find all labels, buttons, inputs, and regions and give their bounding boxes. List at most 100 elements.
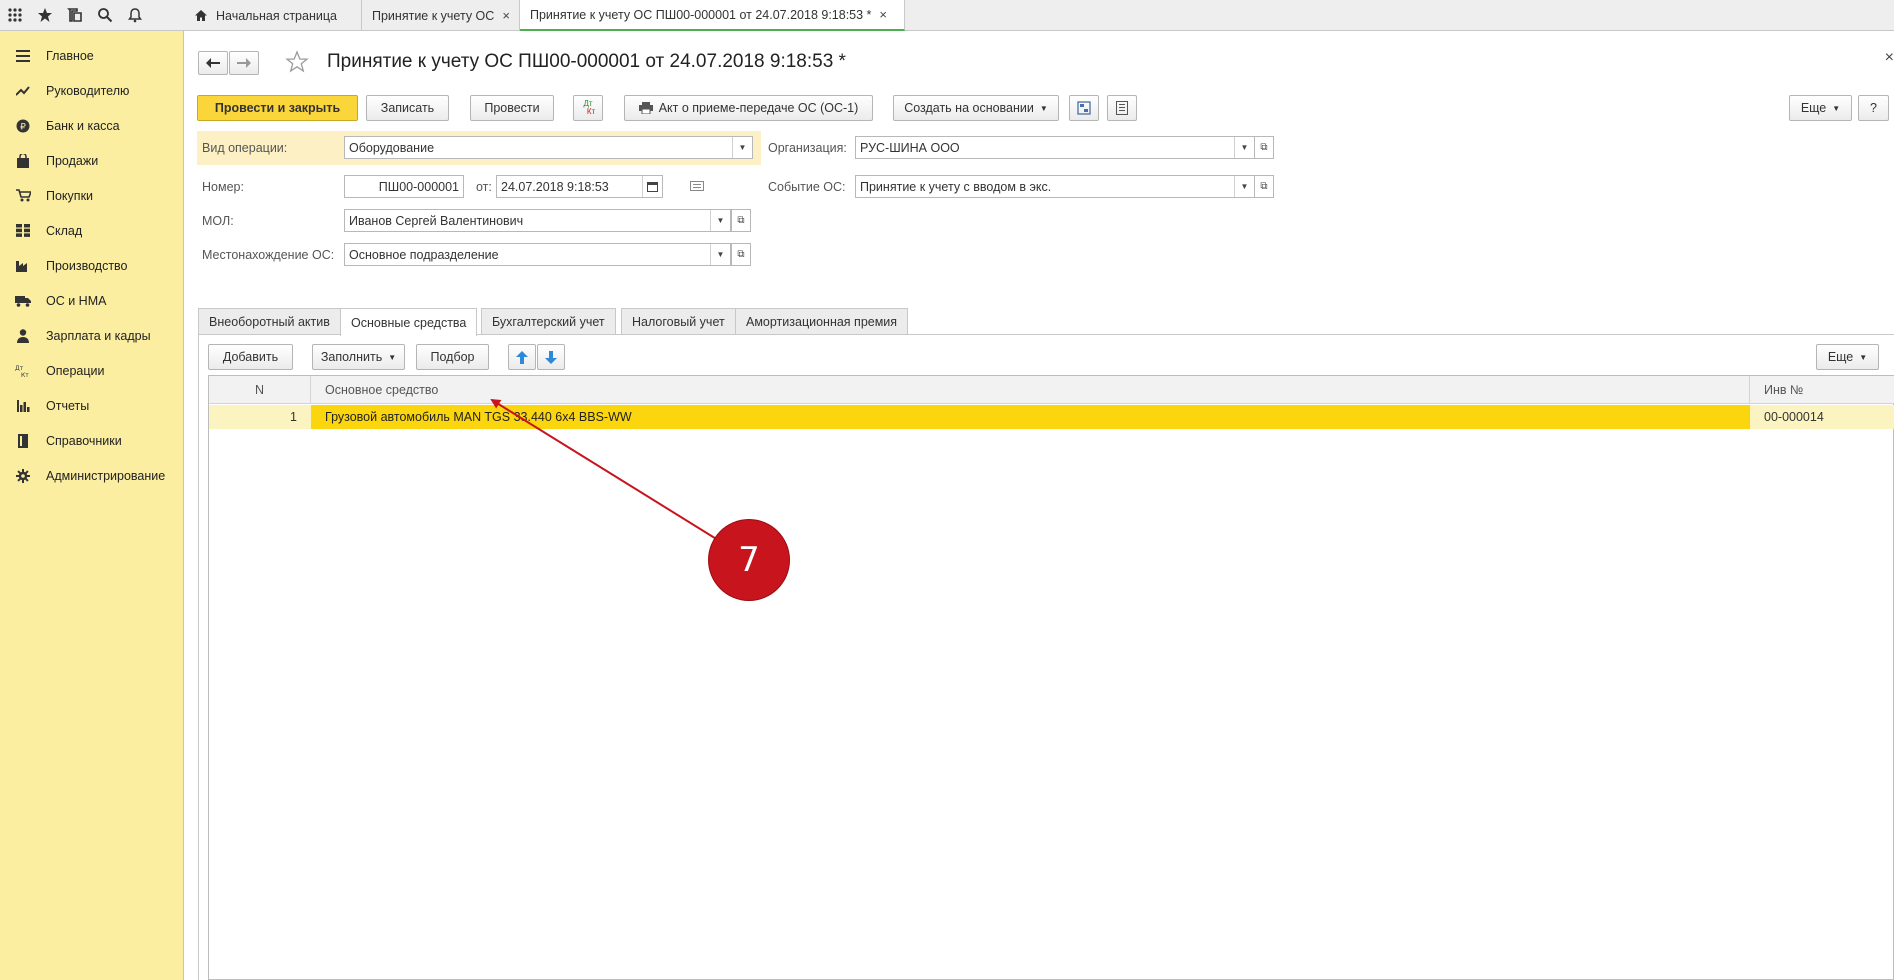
- operation-type-value: Оборудование: [349, 140, 435, 155]
- structure-button[interactable]: [1069, 95, 1099, 121]
- kt-label: Кт: [586, 107, 596, 116]
- sidebar-item-label: Покупки: [46, 188, 94, 203]
- dt-kt-button[interactable]: Дт Кт: [573, 95, 603, 121]
- sidebar-item-reports[interactable]: Отчеты: [0, 391, 184, 420]
- open-mol-icon[interactable]: ⧉: [731, 209, 751, 232]
- forward-button[interactable]: [229, 51, 259, 75]
- sidebar-item-purchases[interactable]: Покупки: [0, 181, 184, 210]
- chevron-down-icon: ▼: [1859, 352, 1868, 362]
- back-button[interactable]: [198, 51, 228, 75]
- page-title: Принятие к учету ОС ПШ00-000001 от 24.07…: [327, 51, 846, 72]
- sidebar-item-bank[interactable]: ₽ Банк и касса: [0, 111, 184, 140]
- arrow-up-icon: [516, 350, 528, 364]
- sidebar-item-admin[interactable]: Администрирование: [0, 461, 184, 490]
- cart-icon: [14, 189, 32, 202]
- number-value: ПШ00-000001: [378, 179, 459, 194]
- print-act-label: Акт о приеме-передаче ОС (ОС-1): [658, 101, 859, 115]
- sidebar-item-operations[interactable]: Дт Кт Операции: [0, 356, 184, 385]
- save-button[interactable]: Записать: [366, 95, 449, 121]
- annotation-badge: 7: [709, 520, 789, 600]
- sidebar-item-warehouse[interactable]: Склад: [0, 216, 184, 245]
- table-more-button[interactable]: Еще ▼: [1816, 344, 1879, 370]
- list-button[interactable]: [1107, 95, 1137, 121]
- create-based-on-button[interactable]: Создать на основании ▼: [893, 95, 1059, 121]
- sidebar-item-payroll[interactable]: Зарплата и кадры: [0, 321, 184, 350]
- sidebar-item-main[interactable]: Главное: [0, 41, 184, 70]
- person-icon: [14, 328, 32, 343]
- date-value: 24.07.2018 9:18:53: [501, 179, 609, 194]
- column-header-n[interactable]: N: [209, 376, 311, 404]
- column-header-inv[interactable]: Инв №: [1750, 376, 1894, 404]
- tab-fixed-assets[interactable]: Основные средства: [340, 308, 478, 336]
- close-form-icon[interactable]: ×: [1885, 49, 1894, 67]
- open-location-icon[interactable]: ⧉: [731, 243, 751, 266]
- fill-button[interactable]: Заполнить ▼: [312, 344, 405, 370]
- more-label: Еще: [1827, 350, 1854, 364]
- sidebar-item-label: ОС и НМА: [46, 293, 107, 308]
- document-structure-icon: [1077, 101, 1091, 115]
- date-field[interactable]: 24.07.2018 9:18:53: [496, 175, 663, 198]
- number-label: Номер:: [202, 180, 244, 194]
- number-field[interactable]: ПШ00-000001: [344, 175, 464, 198]
- sidebar-item-label: Банк и касса: [46, 118, 120, 133]
- sidebar-item-production[interactable]: Производство: [0, 251, 184, 280]
- column-header-asset[interactable]: Основное средство: [311, 376, 1750, 404]
- bell-icon[interactable]: [120, 0, 150, 30]
- sidebar-item-sales[interactable]: Продажи: [0, 146, 184, 175]
- post-and-close-button[interactable]: Провести и закрыть: [197, 95, 358, 121]
- help-button[interactable]: ?: [1858, 95, 1889, 121]
- star-icon[interactable]: [30, 0, 60, 30]
- cell-asset-selected[interactable]: Грузовой автомобиль MAN TGS 33.440 6x4 B…: [311, 405, 1750, 429]
- chevron-down-icon[interactable]: ▼: [710, 244, 730, 265]
- tab-fixed-asset-list[interactable]: Принятие к учету ОС ×: [362, 0, 520, 31]
- event-label: Событие ОС:: [768, 180, 846, 194]
- more-button[interactable]: Еще ▼: [1789, 95, 1852, 121]
- sidebar-item-label: Склад: [46, 223, 83, 238]
- table-row[interactable]: 1 Грузовой автомобиль MAN TGS 33.440 6x4…: [209, 405, 1894, 429]
- search-icon[interactable]: [90, 0, 120, 30]
- svg-text:Дт: Дт: [15, 365, 24, 372]
- chevron-down-icon[interactable]: ▼: [710, 210, 730, 231]
- chevron-down-icon[interactable]: ▼: [732, 137, 752, 158]
- print-act-button[interactable]: Акт о приеме-передаче ОС (ОС-1): [624, 95, 873, 121]
- organization-field[interactable]: РУС-ШИНА ООО ▼: [855, 136, 1255, 159]
- open-event-icon[interactable]: ⧉: [1254, 175, 1274, 198]
- tab-depreciation-bonus[interactable]: Амортизационная премия: [735, 308, 909, 335]
- sidebar-item-directories[interactable]: Справочники: [0, 426, 184, 455]
- calendar-icon[interactable]: [642, 176, 662, 197]
- chevron-down-icon: ▼: [388, 352, 397, 362]
- chevron-down-icon[interactable]: ▼: [1234, 176, 1254, 197]
- operation-type-field[interactable]: Оборудование ▼: [344, 136, 753, 159]
- history-list-icon[interactable]: [690, 180, 704, 194]
- arrow-left-icon: [206, 58, 220, 68]
- tab-home[interactable]: Начальная страница: [184, 0, 362, 31]
- organization-value: РУС-ШИНА ООО: [860, 140, 960, 155]
- favorite-star-icon[interactable]: [285, 50, 309, 77]
- pick-button[interactable]: Подбор: [416, 344, 489, 370]
- tab-accounting[interactable]: Бухгалтерский учет: [481, 308, 616, 335]
- top-bar: Начальная страница Принятие к учету ОС ×…: [0, 0, 1894, 31]
- open-organization-icon[interactable]: ⧉: [1254, 136, 1274, 159]
- event-field[interactable]: Принятие к учету с вводом в экс. ▼: [855, 175, 1255, 198]
- sidebar-item-label: Производство: [46, 258, 128, 273]
- history-icon[interactable]: [60, 0, 90, 30]
- add-button[interactable]: Добавить: [208, 344, 293, 370]
- create-based-on-label: Создать на основании: [904, 101, 1034, 115]
- organization-label: Организация:: [768, 141, 847, 155]
- move-down-button[interactable]: [537, 344, 565, 370]
- tab-tax[interactable]: Налоговый учет: [621, 308, 736, 335]
- sidebar-item-manager[interactable]: Руководителю: [0, 76, 184, 105]
- sidebar-item-fixed-assets[interactable]: ОС и НМА: [0, 286, 184, 315]
- mol-field[interactable]: Иванов Сергей Валентинович ▼: [344, 209, 731, 232]
- close-icon[interactable]: ×: [879, 7, 887, 22]
- move-up-button[interactable]: [508, 344, 536, 370]
- tab-label: Принятие к учету ОС ПШ00-000001 от 24.07…: [530, 7, 872, 22]
- apps-grid-icon[interactable]: [0, 0, 30, 30]
- close-icon[interactable]: ×: [502, 8, 510, 23]
- post-button[interactable]: Провести: [470, 95, 554, 121]
- tab-document[interactable]: Принятие к учету ОС ПШ00-000001 от 24.07…: [520, 0, 905, 31]
- location-field[interactable]: Основное подразделение ▼: [344, 243, 731, 266]
- tab-noncurrent-asset[interactable]: Внеоборотный актив: [198, 308, 341, 335]
- chevron-down-icon[interactable]: ▼: [1234, 137, 1254, 158]
- arrow-down-icon: [545, 350, 557, 364]
